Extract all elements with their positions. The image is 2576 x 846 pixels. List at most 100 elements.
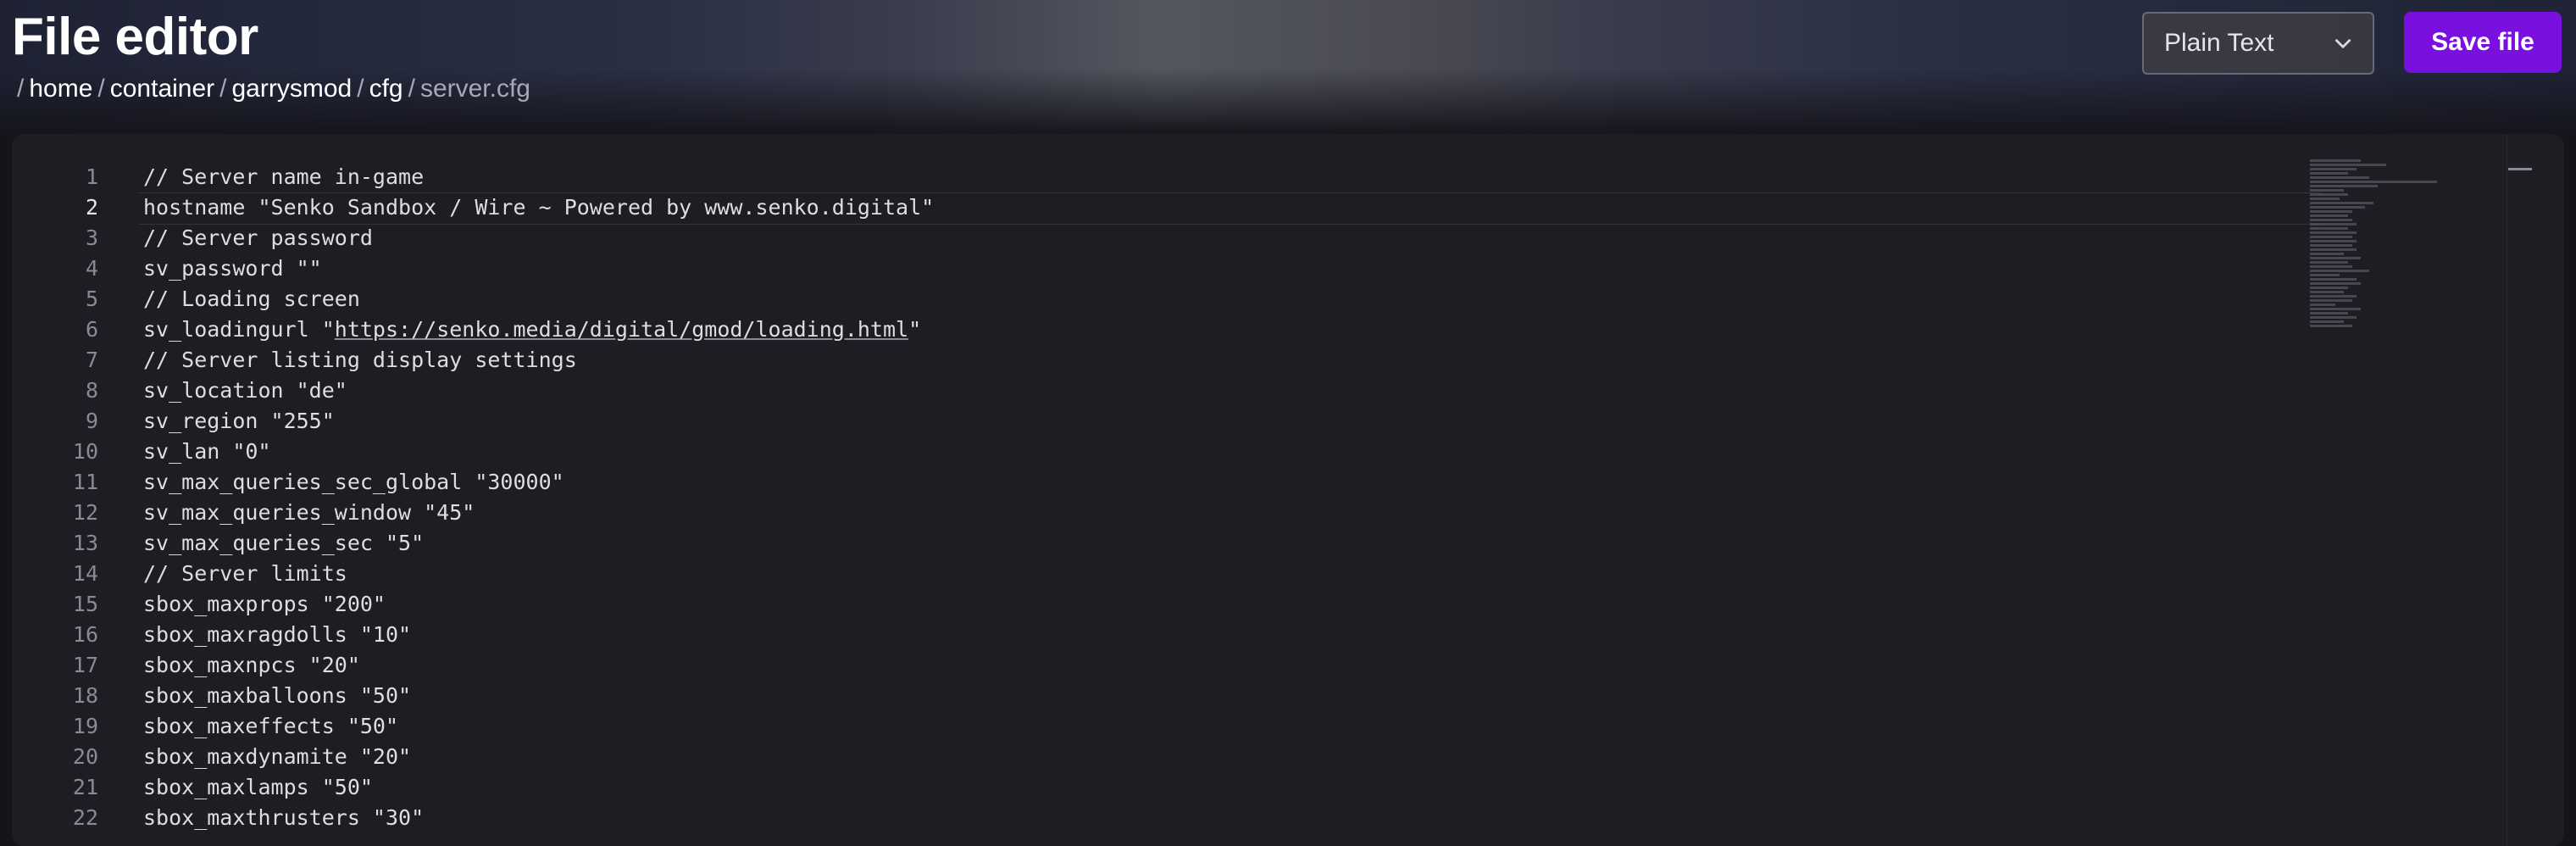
line-number: 12 [72,500,98,525]
minimap-line [2310,240,2357,242]
minimap-line [2310,206,2365,209]
minimap-line [2310,189,2344,192]
line-text[interactable]: sbox_maxdynamite "20" [143,742,411,772]
minimap-line [2310,202,2373,204]
save-file-button[interactable]: Save file [2404,12,2562,73]
minimap-line [2310,248,2357,251]
code-editor[interactable]: 1 // Server name in-game 2 hostname "Senko … [12,134,2564,846]
minimap-line [2310,168,2357,170]
chevron-down-icon [2335,39,2351,48]
line-number: 11 [72,470,98,494]
line-number: 16 [72,622,98,647]
line-text[interactable]: // Server listing display settings [143,345,577,376]
line-text[interactable]: // Server password [143,223,373,253]
breadcrumb-separator: / [97,75,105,103]
minimap-line [2310,181,2437,183]
breadcrumb-separator: / [17,75,25,103]
minimap-line [2310,308,2361,310]
line-text[interactable]: sbox_maxeffects "50" [143,711,398,742]
minimap-line [2310,282,2361,285]
minimap-line [2310,198,2340,200]
line-number: 20 [72,744,98,769]
minimap-line [2310,274,2340,276]
syntax-mode-select[interactable]: Plain Text [2142,12,2374,75]
breadcrumb-separator: / [408,75,415,103]
line-number: 3 [85,225,98,250]
line-text[interactable]: sbox_maxprops "200" [143,589,386,620]
page-header: File editor / home / container / garrysmod / cf… [0,0,2576,136]
scrollbar-position-marker [2508,168,2532,170]
syntax-mode-value: Plain Text [2164,29,2274,57]
line-text[interactable]: hostname "Senko Sandbox / Wire ~ Powered… [143,192,934,223]
url-link[interactable]: https://senko.media/digital/gmod/loading… [335,317,908,342]
line-text[interactable]: sbox_maxragdolls "10" [143,620,411,650]
minimap-line [2310,257,2361,259]
breadcrumb: / home / container / garrysmod / cfg / server.cfg [12,75,530,103]
minimap-line [2310,320,2344,323]
line-number: 13 [72,531,98,555]
line-number: 9 [85,409,98,433]
breadcrumb-separator: / [219,75,227,103]
breadcrumb-item-1[interactable]: container [110,75,214,103]
minimap-line [2310,270,2369,272]
minimap-line [2310,210,2352,213]
line-text[interactable]: sv_loadingurl "https://senko.media/digit… [143,314,921,345]
line-text[interactable]: sv_max_queries_window "45" [143,498,475,528]
line-text[interactable]: sv_max_queries_sec "5" [143,528,424,559]
breadcrumb-item-2[interactable]: garrysmod [232,75,353,103]
minimap-line [2310,159,2361,162]
line-text[interactable]: sv_region "255" [143,406,335,437]
line-number: 6 [85,317,98,342]
minimap-line [2310,231,2357,234]
minimap-line [2310,227,2348,230]
minimap-line [2310,316,2357,319]
editor-scrollbar[interactable] [2507,134,2564,846]
line-text[interactable]: sbox_maxlamps "50" [143,772,373,803]
line-text[interactable]: sbox_maxballoons "50" [143,681,411,711]
line-number: 8 [85,378,98,403]
line-number: 1 [85,164,98,189]
minimap-line [2310,176,2369,179]
line-number: 15 [72,592,98,616]
line-number: 2 [85,195,98,220]
minimap-line [2310,303,2335,306]
editor-minimap[interactable] [2310,159,2462,515]
line-number: 7 [85,348,98,372]
minimap-line [2310,312,2348,314]
breadcrumb-item-0[interactable]: home [29,75,92,103]
minimap-line [2310,185,2378,187]
line-text[interactable]: // Server limits [143,559,347,589]
breadcrumb-separator: / [357,75,364,103]
line-text[interactable]: sv_lan "0" [143,437,271,467]
minimap-line [2310,299,2352,302]
minimap-line [2310,219,2352,221]
line-text[interactable]: sv_max_queries_sec_global "30000" [143,467,564,498]
line-number: 19 [72,714,98,738]
minimap-line [2310,193,2348,196]
breadcrumb-item-3[interactable]: cfg [369,75,403,103]
minimap-line [2310,265,2352,268]
line-number: 10 [72,439,98,464]
minimap-line [2310,295,2357,298]
line-number: 22 [72,805,98,830]
line-text[interactable]: sv_password "" [143,253,322,284]
minimap-line [2310,278,2357,281]
minimap-line [2310,287,2348,289]
minimap-line [2310,261,2348,264]
line-number: 5 [85,287,98,311]
minimap-line [2310,236,2352,238]
line-text[interactable]: sbox_maxthrusters "30" [143,803,424,833]
page-title: File editor [12,8,258,66]
minimap-line [2310,164,2386,166]
minimap-line [2310,244,2352,247]
minimap-line [2310,172,2348,175]
line-text[interactable]: // Server name in-game [143,162,424,192]
line-text[interactable]: sv_location "de" [143,376,347,406]
line-number: 21 [72,775,98,799]
minimap-line [2310,223,2357,225]
minimap-line [2310,214,2348,217]
line-text[interactable]: sbox_maxnpcs "20" [143,650,360,681]
line-text[interactable]: // Loading screen [143,284,360,314]
minimap-line [2310,253,2344,255]
line-number: 14 [72,561,98,586]
